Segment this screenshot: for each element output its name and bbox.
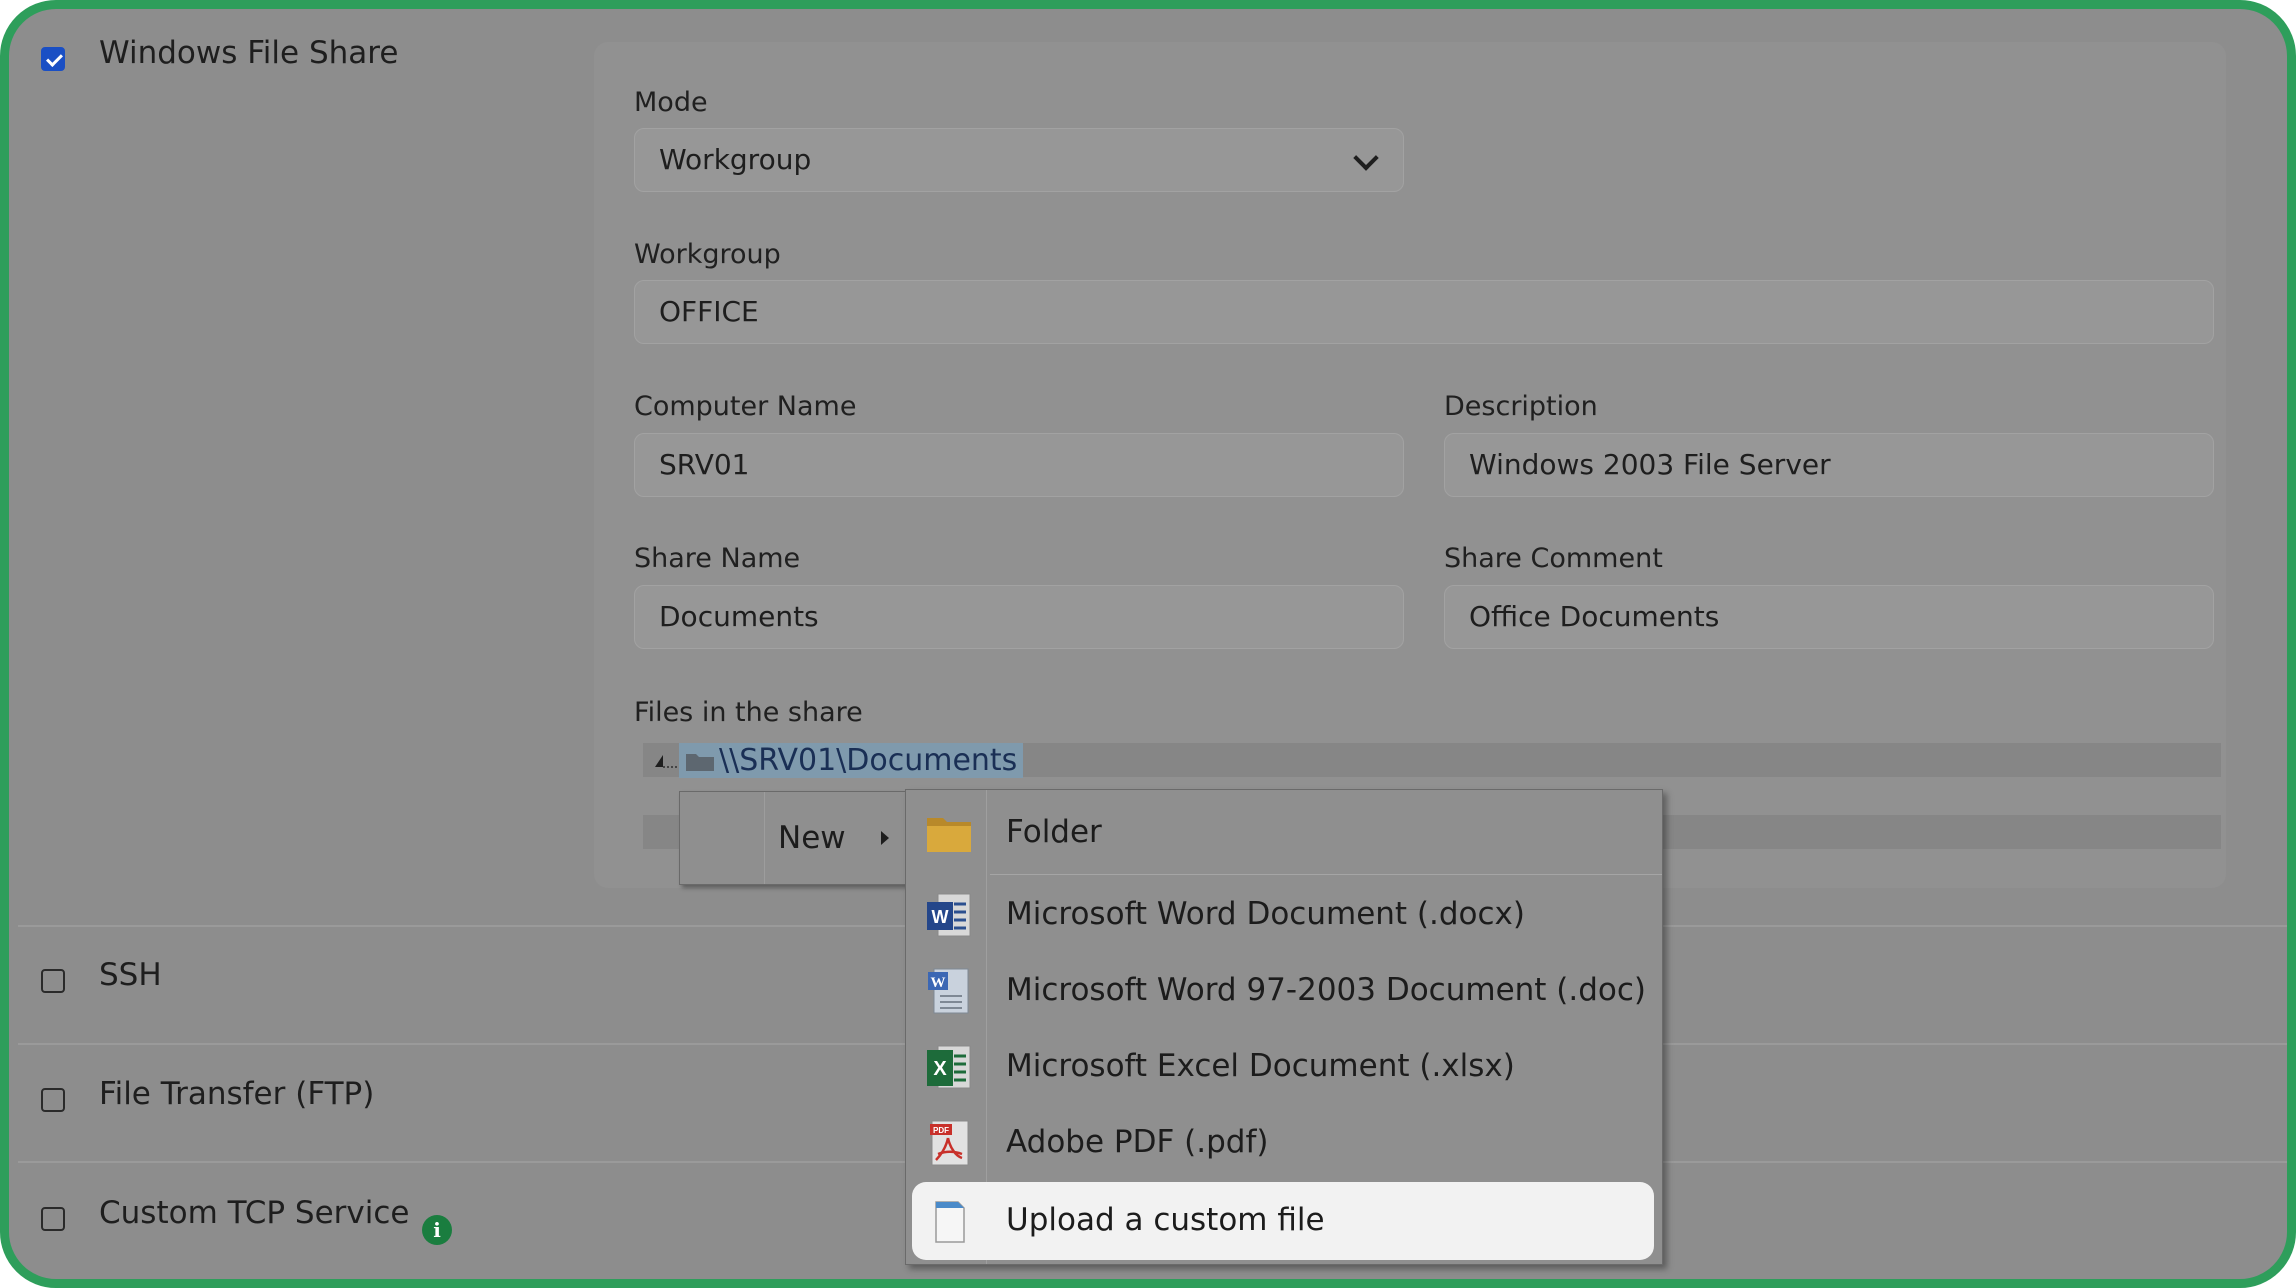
windows-file-share-checkbox[interactable] — [41, 47, 65, 71]
menu-item-upload-custom-file[interactable]: Upload a custom file — [912, 1182, 1654, 1260]
menu-item-label: Upload a custom file — [1006, 1202, 1325, 1238]
tree-node-root[interactable]: \\SRV01\Documents — [679, 743, 1024, 778]
workgroup-label: Workgroup — [634, 239, 781, 270]
menu-item-label: Microsoft Word Document (.docx) — [1006, 896, 1525, 932]
mode-select-value: Workgroup — [659, 143, 812, 176]
share-name-input[interactable]: Documents — [634, 585, 1404, 649]
menu-item-label: Adobe PDF (.pdf) — [1006, 1124, 1269, 1160]
word-docx-icon-letter: W — [932, 907, 949, 927]
ssh-checkbox[interactable] — [41, 969, 65, 993]
menu-separator — [990, 874, 1662, 875]
menu-item-folder[interactable]: Folder — [906, 794, 1662, 870]
menu-item-label: Microsoft Excel Document (.xlsx) — [1006, 1048, 1515, 1084]
mode-select[interactable]: Workgroup — [634, 128, 1404, 192]
custom-tcp-checkbox[interactable] — [41, 1207, 65, 1231]
computer-name-input[interactable]: SRV01 — [634, 433, 1404, 497]
menu-item-new-label: New — [778, 820, 846, 856]
excel-icon-letter: X — [933, 1058, 947, 1080]
blank-file-icon — [935, 1201, 965, 1243]
custom-tcp-label: Custom TCP Service — [99, 1195, 410, 1231]
description-label: Description — [1444, 391, 1598, 422]
new-submenu: Folder W Microsoft Word Document (.docx) — [905, 789, 1663, 1265]
tree-node-root-label: \\SRV01\Documents — [719, 743, 1018, 778]
folder-icon — [927, 818, 971, 852]
chevron-right-icon — [881, 831, 889, 845]
word-docx-icon: W — [927, 893, 971, 937]
menu-item-pdf[interactable]: PDF Adobe PDF (.pdf) — [906, 1104, 1662, 1180]
ssh-label: SSH — [99, 957, 162, 993]
menu-item-word-docx[interactable]: W Microsoft Word Document (.docx) — [906, 876, 1662, 952]
tree-expand-icon[interactable] — [649, 745, 679, 775]
chevron-down-icon — [1353, 145, 1379, 171]
mode-label: Mode — [634, 87, 708, 118]
menu-item-label: Folder — [1006, 814, 1102, 850]
share-comment-input[interactable]: Office Documents — [1444, 585, 2214, 649]
menu-item-new[interactable]: New — [764, 792, 908, 884]
folder-icon — [686, 754, 714, 771]
ftp-checkbox[interactable] — [41, 1088, 65, 1112]
share-comment-label: Share Comment — [1444, 543, 1663, 574]
menu-item-excel[interactable]: X Microsoft Excel Document (.xlsx) — [906, 1028, 1662, 1104]
word-doc-icon-letter: W — [931, 975, 946, 991]
context-menu: New — [679, 791, 909, 885]
workgroup-input[interactable]: OFFICE — [634, 280, 2214, 344]
description-input[interactable]: Windows 2003 File Server — [1444, 433, 2214, 497]
pdf-icon-text: PDF — [933, 1126, 949, 1135]
menu-gutter — [680, 792, 765, 884]
menu-item-label: Microsoft Word 97-2003 Document (.doc) — [1006, 972, 1647, 1008]
menu-item-word-doc[interactable]: W Microsoft Word 97-2003 Document (.doc) — [906, 952, 1662, 1028]
computer-name-label: Computer Name — [634, 391, 857, 422]
share-name-label: Share Name — [634, 543, 801, 574]
word-doc-icon: W — [928, 968, 969, 1014]
app-frame: Windows File Share Mode Workgroup Workgr… — [0, 0, 2296, 1288]
ftp-label: File Transfer (FTP) — [99, 1076, 375, 1112]
info-icon[interactable]: i — [422, 1215, 452, 1245]
excel-icon: X — [927, 1045, 971, 1089]
pdf-icon: PDF — [930, 1120, 969, 1166]
windows-file-share-label: Windows File Share — [99, 35, 399, 71]
files-in-share-label: Files in the share — [634, 697, 863, 728]
